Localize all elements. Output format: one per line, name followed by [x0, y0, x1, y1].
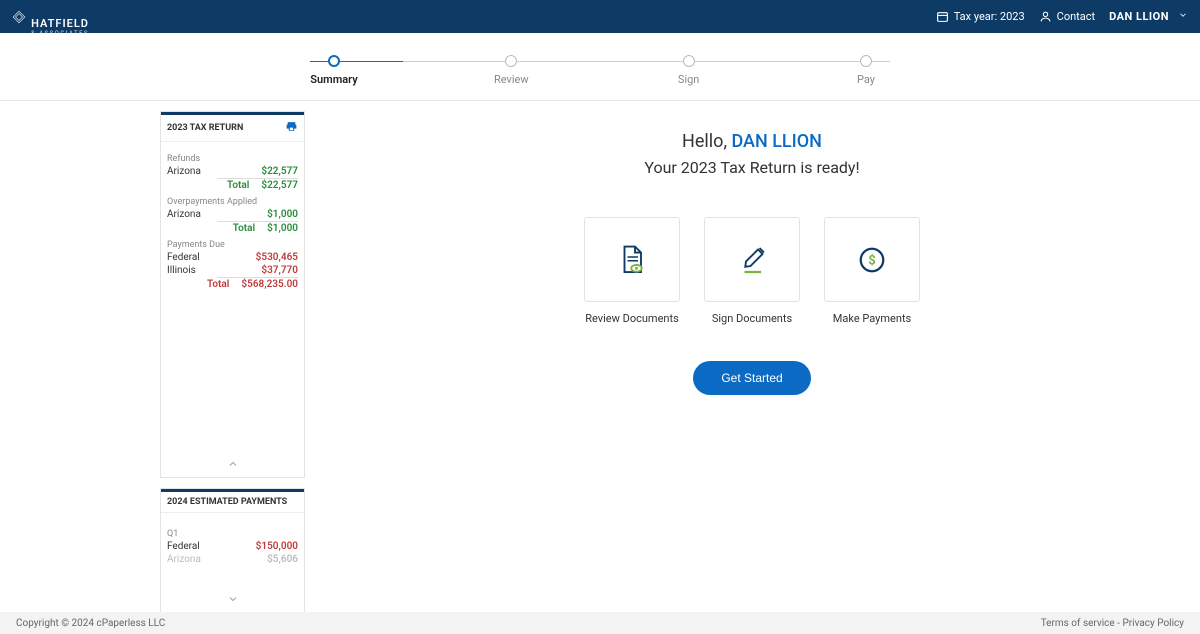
get-started-button[interactable]: Get Started — [693, 361, 810, 395]
svg-text:$: $ — [868, 253, 875, 268]
section-label: Overpayments Applied — [167, 197, 298, 207]
line-item: Federal$530,465 — [167, 252, 298, 263]
total-row: Total$22,577 — [167, 180, 298, 191]
line-item: Arizona$22,577 — [167, 166, 298, 177]
line-item: Illinois$37,770 — [167, 265, 298, 276]
total-row: Total$568,235.00 — [167, 279, 298, 290]
panel-title: 2024 ESTIMATED PAYMENTS — [167, 497, 287, 507]
line-item: Arizona$1,000 — [167, 209, 298, 220]
quarter-label: Q1 — [167, 529, 298, 539]
step-summary[interactable]: Summary — [310, 55, 358, 86]
print-icon[interactable] — [285, 120, 298, 136]
step-pay[interactable]: Pay — [842, 55, 890, 86]
make-payments-card[interactable]: $ — [824, 217, 920, 302]
section-label: Refunds — [167, 154, 298, 164]
subheading: Your 2023 Tax Return is ready! — [644, 158, 859, 177]
tax-return-summary-panel: 2023 TAX RETURN Refunds Arizona$22,577 Tot… — [160, 111, 305, 478]
greeting: Hello, DAN LLION — [682, 131, 822, 152]
app-header: HATFIELD & ASSOCIATES Tax year: 2023 Con… — [0, 0, 1200, 33]
logo-icon — [12, 10, 26, 24]
estimated-payments-panel: 2024 ESTIMATED PAYMENTS Q1 Federal$150,00… — [160, 488, 305, 613]
line-item: Federal$150,000 — [167, 541, 298, 552]
sign-documents-card[interactable] — [704, 217, 800, 302]
calendar-icon — [936, 10, 949, 23]
privacy-link[interactable]: Privacy Policy — [1122, 618, 1184, 629]
total-row: Total$1,000 — [167, 223, 298, 234]
main-content: Hello, DAN LLION Your 2023 Tax Return is… — [304, 111, 1200, 623]
collapse-panel-chevron-up-icon[interactable] — [161, 454, 304, 477]
section-label: Payments Due — [167, 240, 298, 250]
user-icon — [1039, 10, 1052, 23]
step-sign[interactable]: Sign — [665, 55, 713, 86]
footer: Copyright © 2024 cPaperless LLC Terms of… — [0, 612, 1200, 634]
card-label: Make Payments — [833, 312, 911, 325]
copyright: Copyright © 2024 cPaperless LLC — [16, 618, 165, 629]
step-review[interactable]: Review — [487, 55, 535, 86]
card-label: Review Documents — [585, 312, 679, 325]
tax-year-selector[interactable]: Tax year: 2023 — [936, 10, 1025, 23]
card-label: Sign Documents — [712, 312, 792, 325]
payment-icon: $ — [854, 242, 890, 278]
line-item: Arizona$5,606 — [167, 554, 298, 565]
terms-link[interactable]: Terms of service — [1041, 618, 1115, 629]
brand-logo: HATFIELD & ASSOCIATES — [12, 0, 89, 37]
panel-title: 2023 TAX RETURN — [167, 123, 243, 133]
contact-link[interactable]: Contact — [1039, 10, 1095, 23]
chevron-down-icon — [1178, 10, 1188, 23]
user-menu[interactable]: DAN LLION — [1109, 10, 1188, 23]
expand-panel-chevron-down-icon[interactable] — [161, 589, 304, 612]
review-documents-card[interactable] — [584, 217, 680, 302]
progress-stepper: Summary Review Sign Pay — [0, 33, 1200, 101]
sign-icon — [734, 242, 770, 278]
brand-sub: & ASSOCIATES — [31, 30, 89, 37]
document-review-icon — [614, 242, 650, 278]
brand-name: HATFIELD — [31, 0, 89, 30]
